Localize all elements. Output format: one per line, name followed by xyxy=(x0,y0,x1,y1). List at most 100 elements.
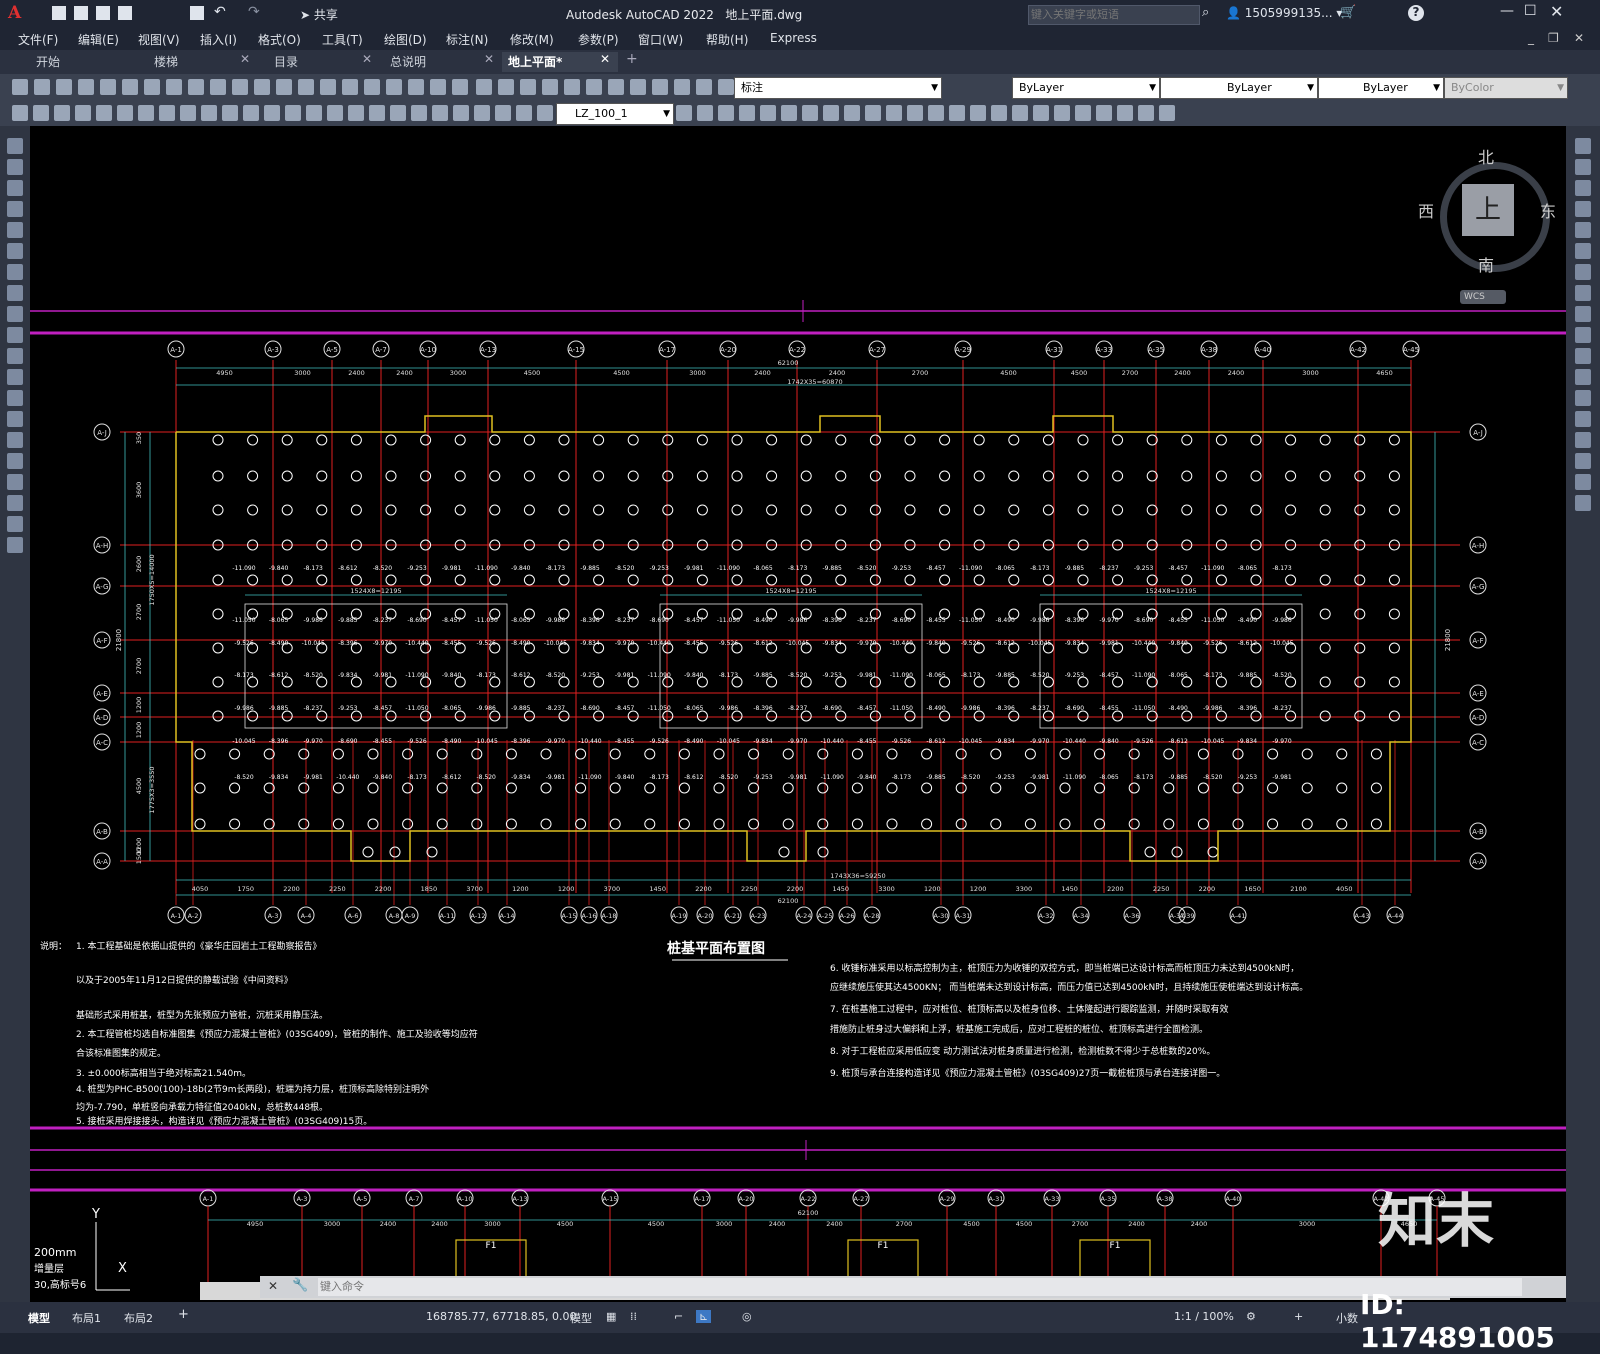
dimtool-5-icon[interactable] xyxy=(117,105,133,121)
tool-19-icon[interactable] xyxy=(430,79,446,95)
dimtool-22-icon[interactable] xyxy=(474,105,490,121)
dimtool-19-icon[interactable] xyxy=(411,105,427,121)
draw-tool-icon[interactable] xyxy=(7,222,23,238)
osnap-icon[interactable]: ◎ xyxy=(742,1310,752,1323)
menu-express[interactable]: Express xyxy=(770,31,817,45)
tool-15-icon[interactable] xyxy=(342,79,358,95)
tool-22-icon[interactable] xyxy=(498,79,514,95)
search-icon[interactable]: ⌕ xyxy=(1202,5,1209,20)
dimtool-13-icon[interactable] xyxy=(285,105,301,121)
layout-tab-2[interactable]: 布局2 xyxy=(124,1310,153,1326)
menu-insert[interactable]: 插入(I) xyxy=(200,31,237,48)
dimtool-48-icon[interactable] xyxy=(1138,105,1154,121)
viewcube-west[interactable]: 西 xyxy=(1418,198,1434,222)
modify-tool-icon[interactable] xyxy=(1575,348,1591,364)
tool-3-icon[interactable] xyxy=(78,79,94,95)
draw-tool-icon[interactable] xyxy=(7,264,23,280)
dimtool-18-icon[interactable] xyxy=(390,105,406,121)
tool-16-icon[interactable] xyxy=(364,79,380,95)
viewcube-north[interactable]: 北 xyxy=(1478,144,1494,168)
minimize-button[interactable]: — xyxy=(1500,3,1514,19)
dimtool-34-icon[interactable] xyxy=(844,105,860,121)
dimtool-10-icon[interactable] xyxy=(222,105,238,121)
doc-close[interactable]: ✕ xyxy=(1574,31,1584,45)
draw-tool-icon[interactable] xyxy=(7,306,23,322)
tool-10-icon[interactable] xyxy=(232,79,248,95)
menu-view[interactable]: 视图(V) xyxy=(138,31,180,48)
viewcube-top-face[interactable]: 上 xyxy=(1462,184,1514,236)
command-input[interactable] xyxy=(318,1278,1522,1296)
viewcube-east[interactable]: 东 xyxy=(1540,198,1556,222)
dimtool-49-icon[interactable] xyxy=(1159,105,1175,121)
dimtool-47-icon[interactable] xyxy=(1117,105,1133,121)
dimtool-9-icon[interactable] xyxy=(201,105,217,121)
dimtool-24-icon[interactable] xyxy=(516,105,532,121)
snap-icon[interactable]: ⁞⁞ xyxy=(630,1310,637,1323)
dimtool-21-icon[interactable] xyxy=(453,105,469,121)
modify-tool-icon[interactable] xyxy=(1575,264,1591,280)
modify-tool-icon[interactable] xyxy=(1575,474,1591,490)
close-button[interactable]: ✕ xyxy=(1550,2,1563,21)
tab-general-notes[interactable]: 总说明 xyxy=(384,52,500,72)
dimtool-0-icon[interactable] xyxy=(12,105,28,121)
qat-redo-icon[interactable]: ↷ xyxy=(248,4,260,20)
command-wrench-icon[interactable]: 🔧 xyxy=(292,1278,308,1293)
dimtool-17-icon[interactable] xyxy=(369,105,385,121)
tool-1-icon[interactable] xyxy=(34,79,50,95)
dimtool-44-icon[interactable] xyxy=(1054,105,1070,121)
tool-29-icon[interactable] xyxy=(652,79,668,95)
draw-tool-icon[interactable] xyxy=(7,348,23,364)
tool-12-icon[interactable] xyxy=(276,79,292,95)
add-layout-icon[interactable]: + xyxy=(178,1307,189,1322)
draw-tool-icon[interactable] xyxy=(7,411,23,427)
color-dropdown[interactable]: ByLayer ▼ xyxy=(1012,77,1160,99)
qat-undo-icon[interactable]: ↶ xyxy=(214,4,226,20)
dimtool-23-icon[interactable] xyxy=(495,105,511,121)
draw-tool-icon[interactable] xyxy=(7,537,23,553)
close-icon[interactable]: ✕ xyxy=(362,52,372,66)
modify-tool-icon[interactable] xyxy=(1575,306,1591,322)
tool-17-icon[interactable] xyxy=(386,79,402,95)
tool-2-icon[interactable] xyxy=(56,79,72,95)
modify-tool-icon[interactable] xyxy=(1575,201,1591,217)
draw-tool-icon[interactable] xyxy=(7,180,23,196)
viewcube[interactable]: 上 北 南 西 东 WCS xyxy=(1418,148,1556,304)
tool-0-icon[interactable] xyxy=(12,79,28,95)
dimtool-15-icon[interactable] xyxy=(327,105,343,121)
menu-dimension[interactable]: 标注(N) xyxy=(446,31,488,48)
tool-32-icon[interactable] xyxy=(718,79,734,95)
dimtool-31-icon[interactable] xyxy=(781,105,797,121)
lineweight-dropdown[interactable]: ByLayer ▼ xyxy=(1318,77,1444,99)
menu-modify[interactable]: 修改(M) xyxy=(510,31,554,48)
draw-tool-icon[interactable] xyxy=(7,432,23,448)
wcs-badge[interactable]: WCS xyxy=(1460,290,1506,304)
draw-tool-icon[interactable] xyxy=(7,390,23,406)
dimtool-38-icon[interactable] xyxy=(928,105,944,121)
dimtool-40-icon[interactable] xyxy=(970,105,986,121)
modify-tool-icon[interactable] xyxy=(1575,159,1591,175)
menu-help[interactable]: 帮助(H) xyxy=(706,31,748,48)
qat-open-icon[interactable] xyxy=(74,6,88,20)
dimtool-36-icon[interactable] xyxy=(886,105,902,121)
user-account[interactable]: 👤 1505999135... ▾ xyxy=(1226,6,1342,20)
menu-file[interactable]: 文件(F) xyxy=(18,31,58,48)
draw-tool-icon[interactable] xyxy=(7,453,23,469)
tool-6-icon[interactable] xyxy=(144,79,160,95)
menu-tools[interactable]: 工具(T) xyxy=(322,31,363,48)
menu-parametric[interactable]: 参数(P) xyxy=(578,31,619,48)
modify-tool-icon[interactable] xyxy=(1575,390,1591,406)
draw-tool-icon[interactable] xyxy=(7,201,23,217)
layer-dropdown[interactable]: 标注 ▼ xyxy=(734,77,942,99)
modify-tool-icon[interactable] xyxy=(1575,411,1591,427)
dimtool-37-icon[interactable] xyxy=(907,105,923,121)
dimtool-11-icon[interactable] xyxy=(243,105,259,121)
modify-tool-icon[interactable] xyxy=(1575,327,1591,343)
dimstyle-dropdown[interactable]: LZ_100_1 ▼ xyxy=(556,103,674,125)
tool-21-icon[interactable] xyxy=(476,79,492,95)
dimtool-20-icon[interactable] xyxy=(432,105,448,121)
draw-tool-icon[interactable] xyxy=(7,327,23,343)
qat-saveas-icon[interactable] xyxy=(118,6,132,20)
dimtool-39-icon[interactable] xyxy=(949,105,965,121)
draw-tool-icon[interactable] xyxy=(7,369,23,385)
tool-9-icon[interactable] xyxy=(210,79,226,95)
